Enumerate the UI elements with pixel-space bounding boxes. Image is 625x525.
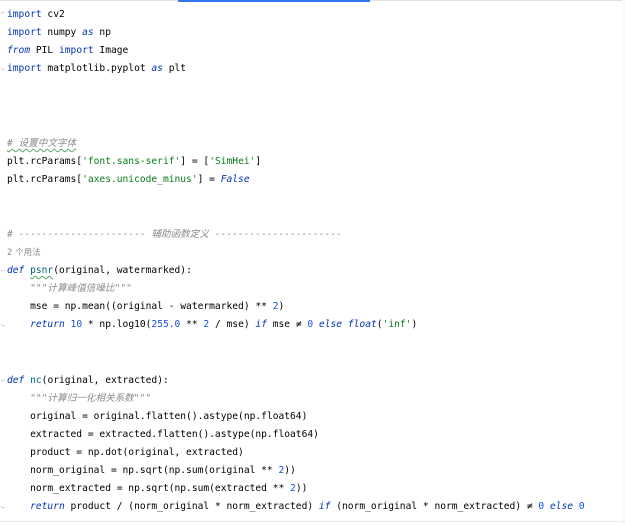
code-token: from	[7, 45, 31, 56]
code-token: # ---------------------- 辅助函数定义 --------…	[7, 229, 342, 240]
code-token: 'axes.unicode_minus'	[82, 174, 198, 185]
code-line: original = original.flatten().astype(np.…	[7, 410, 307, 423]
active-tab-indicator	[178, 0, 370, 2]
code-line: import numpy as np	[7, 26, 111, 39]
code-token: """计算峰值信噪比"""	[30, 283, 132, 294]
code-token: **	[272, 483, 285, 494]
code-token: product = np.dot(original, extracted)	[7, 447, 244, 458]
code-token: return	[30, 501, 65, 512]
code-token: ))	[295, 483, 308, 494]
fold-marker-icon[interactable]: ⌐	[1, 268, 6, 275]
fold-marker-icon[interactable]: ⌐	[1, 10, 6, 17]
code-line: return product / (norm_original * norm_e…	[7, 500, 585, 513]
code-token: np	[93, 27, 111, 38]
code-token: )	[278, 301, 285, 312]
code-token: **	[255, 301, 267, 312]
code-token: norm_extracted = np.sqrt(np.sum(extracte…	[7, 483, 273, 494]
code-token: else	[318, 319, 343, 330]
code-token: import	[7, 9, 42, 20]
code-line: mse = np.mean((original - watermarked) *…	[7, 300, 284, 313]
code-token: Image	[93, 45, 129, 56]
code-token: psnr	[30, 265, 54, 276]
code-token: 'font.sans-serif'	[82, 156, 181, 167]
code-token: ))	[284, 465, 296, 476]
code-token: **	[180, 319, 204, 330]
code-token: original = original.flatten().astype(np.…	[7, 411, 308, 422]
code-token: 'SimHei'	[209, 156, 256, 167]
code-token: extracted = extracted.flatten().astype(n…	[7, 429, 319, 440]
code-token: ] =	[197, 174, 221, 185]
code-token: plt.rcParams[	[7, 174, 83, 185]
code-line: import cv2	[7, 8, 65, 21]
code-token: 10	[70, 319, 83, 330]
code-comment-line: # 设置中文字体	[7, 137, 76, 150]
code-token: import	[7, 63, 42, 74]
code-token: ]	[255, 156, 262, 167]
code-line: """计算归一化相关系数"""	[7, 392, 151, 405]
code-token: def	[7, 265, 25, 276]
code-token: False	[220, 174, 250, 185]
code-token: 2 个用法	[7, 248, 41, 258]
code-token: if	[318, 501, 331, 512]
code-line: import matplotlib.pyplot as plt	[7, 62, 186, 75]
code-token: norm_original = np.sqrt(np.sum(original	[7, 465, 262, 476]
code-line: plt.rcParams['font.sans-serif'] = ['SimH…	[7, 155, 261, 168]
code-token: return	[30, 319, 65, 330]
code-line: """计算峰值信噪比"""	[7, 282, 132, 295]
code-token: if	[255, 319, 267, 330]
code-token: cv2	[41, 9, 65, 20]
code-line: extracted = extracted.flatten().astype(n…	[7, 428, 319, 441]
code-token: as	[151, 63, 163, 74]
code-token: plt.rcParams[	[7, 156, 83, 167]
code-token: mse ≠	[266, 319, 308, 330]
code-token: 255.0	[151, 319, 181, 330]
code-line: product = np.dot(original, extracted)	[7, 446, 244, 459]
code-token: matplotlib.pyplot	[41, 63, 152, 74]
fold-marker-icon[interactable]: ⌙	[1, 504, 6, 511]
code-token: PIL	[30, 45, 59, 56]
fold-marker-icon[interactable]: ⌐	[1, 378, 6, 385]
code-line: norm_extracted = np.sqrt(np.sum(extracte…	[7, 482, 307, 495]
code-token: 'inf'	[382, 319, 412, 330]
code-comment-line: # ---------------------- 辅助函数定义 --------…	[7, 228, 342, 241]
code-token: as	[82, 27, 94, 38]
editor-bottom-border	[0, 521, 625, 522]
code-token: else	[549, 501, 574, 512]
code-line: plt.rcParams['axes.unicode_minus'] = Fal…	[7, 173, 250, 186]
code-token: import	[59, 45, 94, 56]
code-token: float	[347, 319, 377, 330]
code-token: import	[7, 27, 42, 38]
code-line: def nc(original, extracted):	[7, 374, 169, 387]
usage-hint[interactable]: 2 个用法	[7, 246, 41, 259]
fold-marker-icon[interactable]: ⌙	[1, 66, 6, 73]
code-token: (original, extracted):	[41, 375, 169, 386]
code-line: def psnr(original, watermarked):	[7, 264, 192, 277]
code-token: product / (norm_original * norm_extracte…	[64, 501, 319, 512]
code-token: )	[411, 319, 418, 330]
code-token: **	[261, 465, 273, 476]
code-token: def	[7, 375, 25, 386]
code-token: """计算归一化相关系数"""	[30, 393, 152, 404]
code-token: mse = np.mean((original - watermarked)	[7, 301, 256, 312]
code-token: * np.log10(	[82, 319, 152, 330]
code-line: from PIL import Image	[7, 44, 128, 57]
code-token: # 设置中文字体	[7, 138, 77, 149]
code-token: numpy	[41, 27, 83, 38]
code-token: (original, watermarked):	[53, 265, 192, 276]
code-token: / mse)	[209, 319, 256, 330]
code-token: ] = [	[180, 156, 210, 167]
code-token: nc	[30, 375, 42, 386]
code-line: norm_original = np.sqrt(np.sum(original …	[7, 464, 296, 477]
fold-marker-icon[interactable]: ⌙	[1, 322, 6, 329]
code-token: (norm_original * norm_extracted) ≠	[330, 501, 539, 512]
code-token: plt	[162, 63, 187, 74]
code-line: return 10 * np.log10(255.0 ** 2 / mse) i…	[7, 318, 417, 331]
code-token: 0	[578, 501, 585, 512]
